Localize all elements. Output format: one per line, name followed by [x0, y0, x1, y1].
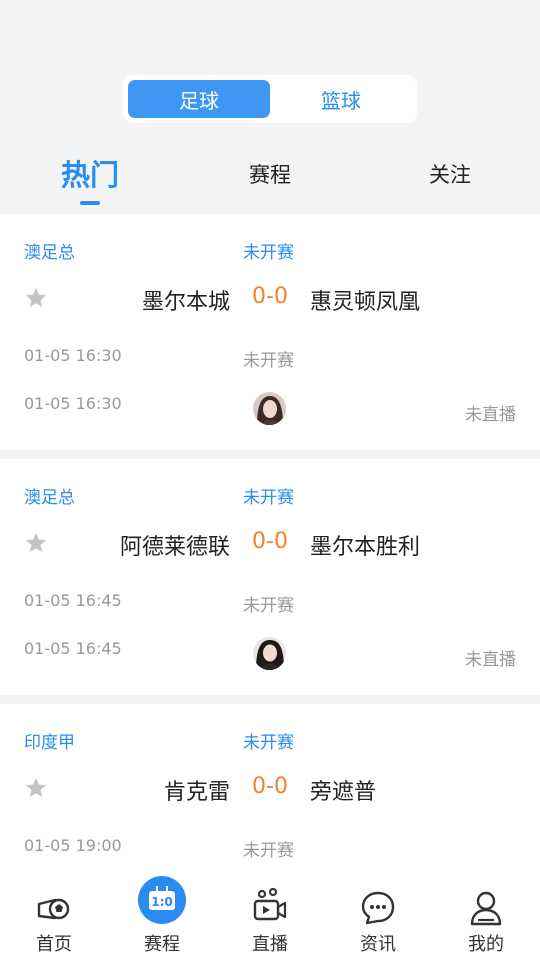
match-card[interactable]: 印度甲 未开赛 肯克雷 0-0 旁遮普 01-05 19:00 未开赛 — [0, 704, 540, 872]
home-team: 阿德莱德联 — [119, 535, 230, 560]
nav-schedule[interactable]: 1:0 赛程 — [108, 872, 216, 960]
anchor-avatar[interactable] — [253, 392, 286, 425]
match-score: 0-0 — [252, 529, 288, 554]
match-status: 未开赛 — [243, 488, 294, 508]
svg-text:1:0: 1:0 — [151, 895, 173, 909]
match-status-secondary: 未开赛 — [243, 351, 294, 371]
tab-bar: 热门 赛程 关注 — [0, 148, 540, 208]
match-score: 0-0 — [252, 774, 288, 799]
match-status-secondary: 未开赛 — [243, 841, 294, 861]
home-team: 肯克雷 — [163, 780, 230, 805]
match-status-secondary: 未开赛 — [243, 596, 294, 616]
anchor-avatar[interactable] — [253, 637, 286, 670]
user-icon — [470, 891, 502, 926]
nav-mine-label: 我的 — [468, 934, 504, 955]
nav-mine[interactable]: 我的 — [432, 872, 540, 960]
home-team: 墨尔本城 — [141, 290, 230, 315]
active-tab-indicator — [80, 201, 100, 205]
bottom-nav: 首页 1:0 赛程 直播 资讯 我的 — [0, 872, 540, 960]
tab-follow[interactable]: 关注 — [410, 159, 490, 219]
match-time: 01-05 16:45 — [24, 591, 122, 610]
league-name: 印度甲 — [24, 733, 75, 753]
match-score: 0-0 — [252, 284, 288, 309]
nav-live-label: 直播 — [252, 934, 288, 955]
sport-switch: 足球 篮球 — [123, 75, 417, 123]
basketball-toggle[interactable]: 篮球 — [270, 80, 412, 118]
football-icon — [37, 898, 70, 920]
nav-news-label: 资讯 — [360, 934, 396, 955]
away-team: 旁遮普 — [310, 780, 377, 805]
nav-schedule-label: 赛程 — [144, 934, 180, 955]
match-card[interactable]: 澳足总 未开赛 阿德莱德联 0-0 墨尔本胜利 01-05 16:45 未开赛 … — [0, 459, 540, 695]
tab-schedule[interactable]: 赛程 — [230, 159, 310, 219]
nav-home[interactable]: 首页 — [0, 872, 108, 960]
live-status: 未直播 — [465, 405, 516, 425]
nav-news[interactable]: 资讯 — [324, 872, 432, 960]
match-status: 未开赛 — [243, 733, 294, 753]
stream-time: 01-05 16:45 — [24, 639, 122, 658]
match-status: 未开赛 — [243, 243, 294, 263]
header-area: 足球 篮球 热门 赛程 关注 — [0, 0, 540, 214]
star-icon[interactable] — [24, 531, 48, 555]
match-card[interactable]: 澳足总 未开赛 墨尔本城 0-0 惠灵顿凤凰 01-05 16:30 未开赛 0… — [0, 214, 540, 450]
video-camera-icon — [253, 887, 287, 921]
league-name: 澳足总 — [24, 243, 75, 263]
stream-time: 01-05 16:30 — [24, 394, 122, 413]
star-icon[interactable] — [24, 286, 48, 310]
match-time: 01-05 19:00 — [24, 836, 122, 855]
match-time: 01-05 16:30 — [24, 346, 122, 365]
away-team: 惠灵顿凤凰 — [310, 290, 421, 315]
star-icon[interactable] — [24, 776, 48, 800]
chat-bubble-icon — [361, 891, 395, 925]
football-toggle[interactable]: 足球 — [128, 80, 270, 118]
nav-live[interactable]: 直播 — [216, 872, 324, 960]
away-team: 墨尔本胜利 — [310, 535, 421, 560]
nav-home-label: 首页 — [36, 934, 72, 955]
live-status: 未直播 — [465, 650, 516, 670]
scoreboard-icon: 1:0 — [138, 876, 186, 924]
league-name: 澳足总 — [24, 488, 75, 508]
